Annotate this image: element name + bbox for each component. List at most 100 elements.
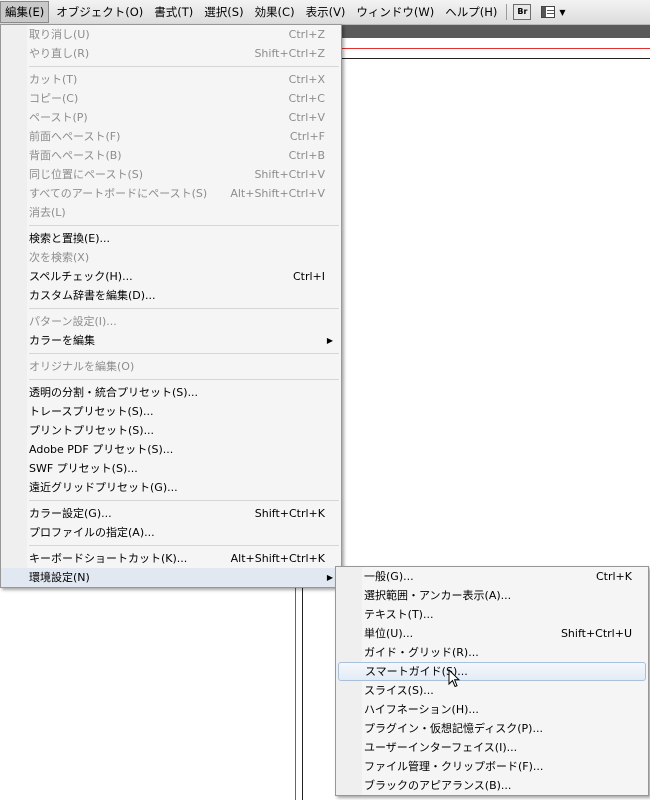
menu-item: 背面へペースト(B) Ctrl+B: [1, 146, 341, 165]
chevron-down-icon: ▼: [559, 7, 566, 17]
menu-item-shortcut: Ctrl+X: [288, 73, 325, 86]
menu-item-label: やり直し(R): [29, 47, 90, 60]
menu-item-label: 透明の分割・統合プリセット(S)...: [29, 386, 199, 399]
menu-item-shortcut: Shift+Ctrl+U: [560, 627, 632, 640]
menu-item-shortcut: Shift+Ctrl+K: [254, 507, 325, 520]
menu-item[interactable]: 透明の分割・統合プリセット(S)...: [1, 383, 341, 402]
menu-item[interactable]: カスタム辞書を編集(D)...: [1, 286, 341, 305]
menu-item: 次を検索(X): [1, 248, 341, 267]
menu-item[interactable]: キーボードショートカット(K)... Alt+Shift+Ctrl+K: [1, 549, 341, 568]
edit-menu: 取り消し(U) Ctrl+Z やり直し(R) Shift+Ctrl+Z カット(T) Ct…: [0, 24, 342, 588]
document-tab-bar: [340, 25, 650, 38]
bleed-guide-top: [300, 48, 650, 49]
menu-item[interactable]: プラグイン・仮想記憶ディスク(P)...: [336, 719, 648, 738]
menu-item-label: キーボードショートカット(K)...: [29, 552, 188, 565]
menu-item-label: パターン設定(I)...: [29, 315, 117, 328]
workspace-switcher-button[interactable]: ▼: [541, 6, 566, 18]
menu-item[interactable]: 単位(U)... Shift+Ctrl+U: [336, 624, 648, 643]
menu-item[interactable]: ガイド・グリッド(R)...: [336, 643, 648, 662]
menubar-item-6[interactable]: ウィンドウ(W): [352, 1, 438, 23]
menu-item: すべてのアートボードにペースト(S) Alt+Shift+Ctrl+V: [1, 184, 341, 203]
menu-item-label: すべてのアートボードにペースト(S): [29, 187, 208, 200]
menu-item[interactable]: 一般(G)... Ctrl+K: [336, 567, 648, 586]
menu-item[interactable]: 選択範囲・アンカー表示(A)...: [336, 586, 648, 605]
menu-item[interactable]: 遠近グリッドプリセット(G)...: [1, 478, 341, 497]
menubar-item-7[interactable]: ヘルプ(H): [441, 1, 501, 23]
menu-separator: [29, 545, 339, 546]
menu-item-shortcut: Ctrl+B: [288, 149, 325, 162]
menu-item-shortcut: Ctrl+Z: [288, 28, 325, 41]
menu-item[interactable]: トレースプリセット(S)...: [1, 402, 341, 421]
menu-item-label: ファイル管理・クリップボード(F)...: [364, 760, 544, 773]
menu-item-label: プロファイルの指定(A)...: [29, 526, 155, 539]
menubar-item-0[interactable]: 編集(E): [0, 1, 50, 23]
menu-item[interactable]: SWF プリセット(S)...: [1, 459, 341, 478]
menu-separator: [29, 500, 339, 501]
menu-item-label: プリントプリセット(S)...: [29, 424, 155, 437]
menu-separator: [29, 379, 339, 380]
menu-item: パターン設定(I)...: [1, 312, 341, 331]
menu-item-label: ガイド・グリッド(R)...: [364, 646, 479, 659]
menubar-separator: [506, 4, 508, 20]
menu-item-label: ペースト(P): [29, 111, 88, 124]
menu-item: やり直し(R) Shift+Ctrl+Z: [1, 44, 341, 63]
menu-item-label: オリジナルを編集(O): [29, 360, 135, 373]
menubar-item-2[interactable]: 書式(T): [150, 1, 197, 23]
menu-item-label: 単位(U)...: [364, 627, 414, 640]
menu-bar: 編集(E) オブジェクト(O) 書式(T) 選択(S) 効果(C) 表示(V) ウィンドウ(…: [0, 0, 650, 25]
menu-separator: [29, 308, 339, 309]
menu-item-label: 一般(G)...: [364, 570, 414, 583]
menubar-item-5[interactable]: 表示(V): [302, 1, 350, 23]
menu-item-shortcut: Ctrl+C: [288, 92, 325, 105]
menu-item[interactable]: Adobe PDF プリセット(S)...: [1, 440, 341, 459]
menu-item-label: 消去(L): [29, 206, 66, 219]
menu-item[interactable]: 検索と置換(E)...: [1, 229, 341, 248]
menu-item-shortcut: Shift+Ctrl+Z: [254, 47, 325, 60]
menu-item: 取り消し(U) Ctrl+Z: [1, 25, 341, 44]
menu-item-label: カラーを編集: [29, 334, 95, 347]
menubar-item-1[interactable]: オブジェクト(O): [52, 1, 147, 23]
menu-item-label: Adobe PDF プリセット(S)...: [29, 443, 174, 456]
menu-item[interactable]: ユーザーインターフェイス(I)...: [336, 738, 648, 757]
menubar-item-3[interactable]: 選択(S): [200, 1, 247, 23]
menu-item[interactable]: テキスト(T)...: [336, 605, 648, 624]
menu-item-label: カスタム辞書を編集(D)...: [29, 289, 156, 302]
menu-item-label: 検索と置換(E)...: [29, 232, 111, 245]
menu-item-label: カット(T): [29, 73, 78, 86]
menu-item[interactable]: スペルチェック(H)... Ctrl+I: [1, 267, 341, 286]
menu-item-label: 前面へペースト(F): [29, 130, 121, 143]
menu-item-label: 選択範囲・アンカー表示(A)...: [364, 589, 512, 602]
menu-item: コピー(C) Ctrl+C: [1, 89, 341, 108]
submenu-arrow-icon: ▶: [326, 573, 333, 582]
artboard-edge-top: [302, 58, 650, 59]
menu-item: 消去(L): [1, 203, 341, 222]
menu-item-label: ハイフネーション(H)...: [364, 703, 479, 716]
menu-item[interactable]: 環境設定(N) ▶: [1, 568, 341, 587]
menu-item-label: トレースプリセット(S)...: [29, 405, 154, 418]
menu-item[interactable]: プロファイルの指定(A)...: [1, 523, 341, 542]
menu-item: オリジナルを編集(O): [1, 357, 341, 376]
menu-item: 前面へペースト(F) Ctrl+F: [1, 127, 341, 146]
preferences-submenu: 一般(G)... Ctrl+K 選択範囲・アンカー表示(A)... テキスト(T)..…: [335, 566, 649, 796]
menu-item[interactable]: カラー設定(G)... Shift+Ctrl+K: [1, 504, 341, 523]
menu-item-label: コピー(C): [29, 92, 79, 105]
menu-item[interactable]: カラーを編集 ▶: [1, 331, 341, 350]
menu-item[interactable]: スマートガイド(S)...: [338, 662, 646, 681]
menu-item[interactable]: ブラックのアピアランス(B)...: [336, 776, 648, 795]
menubar-item-4[interactable]: 効果(C): [251, 1, 299, 23]
bridge-button[interactable]: Br: [513, 4, 532, 20]
menu-item-shortcut: Ctrl+I: [292, 270, 325, 283]
menu-item-label: スペルチェック(H)...: [29, 270, 133, 283]
menu-item[interactable]: ハイフネーション(H)...: [336, 700, 648, 719]
menu-item-label: 同じ位置にペースト(S): [29, 168, 144, 181]
menu-separator: [29, 225, 339, 226]
submenu-arrow-icon: ▶: [326, 336, 333, 345]
menu-item[interactable]: プリントプリセット(S)...: [1, 421, 341, 440]
menu-item[interactable]: スライス(S)...: [336, 681, 648, 700]
menu-item-shortcut: Shift+Ctrl+V: [254, 168, 325, 181]
menu-item[interactable]: ファイル管理・クリップボード(F)...: [336, 757, 648, 776]
menu-item-label: プラグイン・仮想記憶ディスク(P)...: [364, 722, 543, 735]
menu-item-label: 背面へペースト(B): [29, 149, 122, 162]
menu-item-shortcut: Ctrl+V: [288, 111, 325, 124]
mouse-pointer-icon: [448, 669, 460, 688]
